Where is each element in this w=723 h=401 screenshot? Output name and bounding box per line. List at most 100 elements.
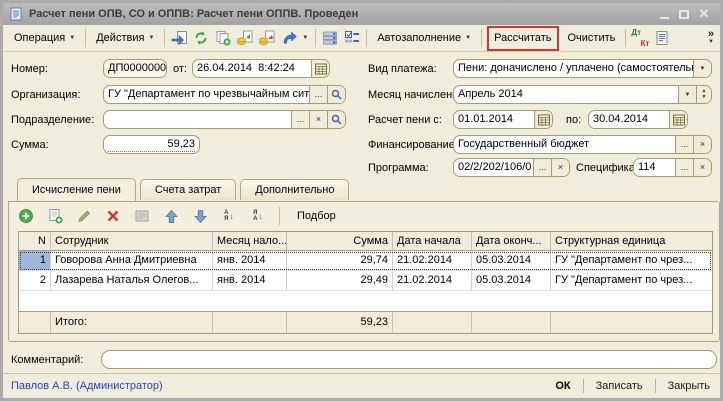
- user-link[interactable]: Павлов А.В. (Администратор): [11, 380, 163, 392]
- ellipsis-button[interactable]: ...: [675, 159, 693, 176]
- dropdown-button[interactable]: ▼: [678, 86, 696, 103]
- sort-desc-button[interactable]: ЯА↓: [247, 205, 269, 227]
- tab-cost-accounts[interactable]: Счета затрат: [140, 179, 236, 200]
- move-up-button[interactable]: [160, 205, 182, 227]
- actions-menu-button[interactable]: Действия ▼: [89, 28, 161, 48]
- save-button[interactable]: Записать: [592, 378, 647, 394]
- autofill-menu-button[interactable]: Автозаполнение ▼: [370, 28, 478, 48]
- program-label: Программа:: [368, 162, 429, 174]
- column-header-employee[interactable]: Сотрудник: [51, 232, 213, 251]
- column-header-month[interactable]: Месяц нало...: [213, 232, 287, 251]
- fill-document-button[interactable]: [234, 27, 256, 49]
- search-button[interactable]: [327, 111, 345, 128]
- copy-document-button[interactable]: [212, 27, 234, 49]
- calculate-button[interactable]: Рассчитать: [489, 29, 556, 47]
- payment-type-select[interactable]: Пени: доначислено / уплачено (самостояте…: [453, 59, 712, 78]
- department-field[interactable]: ... ×: [103, 110, 346, 129]
- column-header-n[interactable]: N: [19, 232, 51, 251]
- cell-unit[interactable]: ГУ "Департамент по чрез...: [551, 271, 712, 291]
- penalty-to-field[interactable]: 30.04.2014: [588, 110, 688, 129]
- column-header-date-start[interactable]: Дата начала: [393, 232, 472, 251]
- title-bar[interactable]: Расчет пени ОПВ, СО и ОППВ: Расчет пени …: [3, 3, 720, 25]
- spin-down-icon: ▼: [702, 95, 707, 100]
- pick-button[interactable]: Подбор: [290, 206, 343, 226]
- delete-row-button[interactable]: [102, 205, 124, 227]
- accrual-month-select[interactable]: Апрель 2014 ▼ ▲ ▼: [453, 85, 712, 104]
- ellipsis-button[interactable]: ...: [291, 111, 309, 128]
- ellipsis-button[interactable]: ...: [675, 136, 693, 153]
- sum-field[interactable]: 59,23: [103, 135, 200, 154]
- sort-asc-button[interactable]: АЯ↓: [218, 205, 240, 227]
- clear-field-button[interactable]: ×: [309, 111, 327, 128]
- refresh-icon: [193, 30, 209, 46]
- post-document-button[interactable]: [168, 27, 190, 49]
- cell-employee[interactable]: Говорова Анна Дмитриевна: [51, 251, 213, 271]
- clear-field-button[interactable]: ×: [551, 159, 569, 176]
- close-button[interactable]: ✕: [694, 6, 714, 22]
- penalty-from-field[interactable]: 01.01.2014: [453, 110, 553, 129]
- list-settings-button[interactable]: [341, 27, 363, 49]
- cell-n[interactable]: 1: [19, 251, 51, 271]
- minimize-button[interactable]: [654, 6, 674, 22]
- table-row[interactable]: 2 Лазарева Наталья Олегов... янв. 2014 2…: [19, 271, 712, 291]
- payment-type-label: Вид платежа:: [368, 63, 437, 75]
- toolbar-overflow-button[interactable]: » ▼: [708, 30, 716, 46]
- cell-month[interactable]: янв. 2014: [213, 251, 287, 271]
- clear-field-button[interactable]: ×: [693, 159, 711, 176]
- end-edit-button[interactable]: [131, 205, 153, 227]
- specifics-field[interactable]: 114 ... ×: [633, 158, 712, 177]
- penalty-to-label: по:: [566, 114, 581, 126]
- financing-label: Финансирование:: [368, 139, 458, 151]
- cell-date-end[interactable]: 05.03.2014: [472, 251, 551, 271]
- calendar-button[interactable]: [311, 60, 329, 77]
- cell-unit[interactable]: ГУ "Департамент по чрез...: [551, 251, 712, 271]
- tab-additional[interactable]: Дополнительно: [240, 179, 349, 200]
- close-form-button[interactable]: Закрыть: [664, 378, 714, 394]
- edit-row-button[interactable]: [73, 205, 95, 227]
- search-button[interactable]: [327, 86, 345, 103]
- column-header-unit[interactable]: Структурная единица: [551, 232, 712, 251]
- penalty-table: N Сотрудник Месяц нало... Сумма Дата нач…: [18, 231, 713, 334]
- refresh-button[interactable]: [190, 27, 212, 49]
- cell-n[interactable]: 2: [19, 271, 51, 291]
- copy-row-button[interactable]: [44, 205, 66, 227]
- calendar-button[interactable]: [669, 111, 687, 128]
- calendar-button[interactable]: [534, 111, 552, 128]
- ellipsis-button[interactable]: ...: [309, 86, 327, 103]
- cell-date-start[interactable]: 21.02.2014: [393, 271, 472, 291]
- tab-penalty-calculation[interactable]: Исчисление пени: [17, 178, 136, 201]
- month-spinner[interactable]: ▲ ▼: [696, 86, 711, 103]
- move-down-button[interactable]: [189, 205, 211, 227]
- program-field[interactable]: 02/2/202/106/0 ... ×: [453, 158, 570, 177]
- ellipsis-button[interactable]: ...: [533, 159, 551, 176]
- app-window: Расчет пени ОПВ, СО и ОППВ: Расчет пени …: [0, 0, 723, 401]
- column-header-date-end[interactable]: Дата оконч...: [472, 232, 551, 251]
- organization-field[interactable]: ГУ "Департамент по чрезвычайным сит ...: [103, 85, 346, 104]
- clear-field-button[interactable]: ×: [693, 136, 711, 153]
- cell-sum[interactable]: 29,74: [287, 251, 393, 271]
- column-header-sum[interactable]: Сумма: [287, 232, 393, 251]
- divider: [366, 29, 367, 47]
- dropdown-button[interactable]: ▼: [693, 60, 711, 77]
- document-date-field[interactable]: 26.04.2014 8:42:24: [192, 59, 330, 78]
- report-button[interactable]: [651, 27, 673, 49]
- table-row[interactable]: 1 Говорова Анна Дмитриевна янв. 2014 29,…: [19, 251, 712, 271]
- clear-button[interactable]: Очистить: [561, 28, 623, 48]
- cell-date-start[interactable]: 21.02.2014: [393, 251, 472, 271]
- cell-sum[interactable]: 29,49: [287, 271, 393, 291]
- unfill-document-button[interactable]: [256, 27, 278, 49]
- cell-date-end[interactable]: 05.03.2014: [472, 271, 551, 291]
- cell-month[interactable]: янв. 2014: [213, 271, 287, 291]
- financing-field[interactable]: Государственный бюджет ... ×: [453, 135, 712, 154]
- maximize-button[interactable]: [674, 6, 694, 22]
- number-field[interactable]: ДП000000001: [103, 59, 167, 78]
- ok-button[interactable]: ОК: [551, 378, 574, 394]
- cell-employee[interactable]: Лазарева Наталья Олегов...: [51, 271, 213, 291]
- comment-field[interactable]: [101, 350, 717, 369]
- dt-kt-button[interactable]: Дт Кт: [629, 27, 651, 49]
- list-structure-button[interactable]: [319, 27, 341, 49]
- goto-menu-button[interactable]: ▼: [278, 27, 312, 49]
- document-icon: [9, 7, 23, 21]
- operation-menu-button[interactable]: Операция ▼: [7, 28, 82, 48]
- add-row-button[interactable]: [15, 205, 37, 227]
